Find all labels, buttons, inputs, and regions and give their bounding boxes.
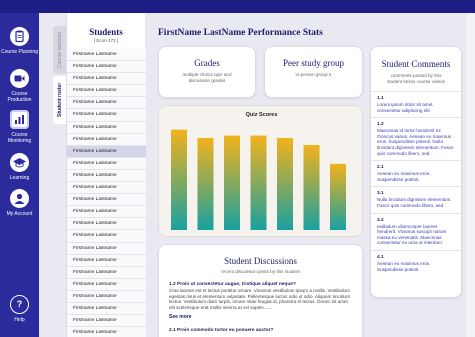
- comment-list: 1.1 Lorem ipsum dolor sit amet, consectet…: [371, 91, 461, 276]
- comment-item[interactable]: 1.2 Maecenas id tortor hendrerit mi rhonc…: [371, 117, 461, 160]
- student-row[interactable]: Firstname Lastname: [67, 206, 146, 219]
- nav-my-account[interactable]: My Account: [0, 189, 39, 217]
- tab-label: Course sections: [57, 32, 63, 68]
- graduation-cap-icon: [10, 153, 29, 172]
- quiz-bar-5: [277, 137, 293, 230]
- grades-card[interactable]: Grades multiple choice quiz and discussi…: [158, 46, 256, 98]
- left-nav: Course Planning Course Production Course…: [0, 13, 39, 337]
- student-row[interactable]: Firstname Lastname: [67, 218, 146, 231]
- nav-learning[interactable]: Learning: [0, 153, 39, 181]
- student-list: Firstname Lastname Firstname Lastname Firs…: [67, 49, 146, 337]
- nav-help[interactable]: ? Help: [0, 295, 39, 323]
- nav-label: Help: [14, 317, 25, 323]
- discussion-body: Cras laoreet est et lectus porttitor orn…: [169, 288, 350, 310]
- comment-id: 4.1: [377, 254, 384, 260]
- tab-label: Student roster: [57, 82, 63, 118]
- discussions-card: Student Discussions recent discussion po…: [158, 244, 363, 337]
- comment-id: 1.2: [377, 122, 384, 128]
- course-code: [ Econ-172 ]: [93, 38, 119, 43]
- discussions-title: Student Discussions: [224, 256, 297, 266]
- grades-title: Grades: [194, 58, 220, 68]
- user-icon: [10, 189, 29, 208]
- tab-student-roster[interactable]: Student roster: [53, 76, 67, 124]
- comments-subtitle: comments posted by this student below co…: [387, 73, 445, 84]
- peer-group-card[interactable]: Peer study group in-person group 2: [264, 46, 363, 98]
- nav-label: Course Production: [7, 91, 32, 103]
- discussion-question[interactable]: 1.2 Proin ut consectetur augue, tristiqu…: [169, 282, 352, 287]
- comment-item[interactable]: 1.1 Lorem ipsum dolor sit amet, consectet…: [371, 91, 461, 117]
- comment-text: Aenean eu maximus eros. Suspendisse pote…: [377, 260, 431, 272]
- comment-item[interactable]: 4.1 Aenean eu maximus eros. Suspendisse p…: [371, 249, 461, 276]
- comment-text: estibulum ullamcorper laoreet hendrerit.…: [377, 223, 447, 246]
- comment-text: Nulla tincidunt dignissim elementum. Fus…: [377, 197, 452, 208]
- scrollbar[interactable]: [466, 13, 475, 337]
- comments-card: Student Comments comments posted by this…: [370, 46, 462, 298]
- student-row[interactable]: Firstname Lastname: [67, 315, 146, 328]
- video-icon: [10, 69, 29, 88]
- quiz-bar-1: [171, 129, 187, 230]
- student-row[interactable]: Firstname Lastname: [67, 145, 146, 158]
- student-row[interactable]: Firstname Lastname: [67, 194, 146, 207]
- nav-label: Course Planning: [1, 49, 38, 55]
- chart-icon: [10, 110, 29, 129]
- comments-title: Student Comments: [381, 59, 451, 69]
- comment-id: 1.1: [377, 96, 384, 101]
- student-row[interactable]: Firstname Lastname: [67, 61, 146, 74]
- student-row[interactable]: Firstname Lastname: [67, 327, 146, 337]
- student-row[interactable]: Firstname Lastname: [67, 121, 146, 134]
- quiz-bar-2: [197, 137, 214, 230]
- grades-subtitle: multiple choice quiz and discussion grad…: [182, 72, 232, 83]
- student-row[interactable]: Firstname Lastname: [67, 133, 146, 146]
- comment-id: 3.2: [377, 217, 384, 223]
- comment-text: Maecenas id tortor hendrerit mi rhoncus …: [377, 128, 454, 156]
- tab-course-sections[interactable]: Course sections: [53, 26, 67, 74]
- clipboard-icon: [10, 27, 29, 46]
- students-panel: Students [ Econ-172 ] Firstname Lastname…: [66, 13, 146, 337]
- quiz-bar-6: [303, 145, 320, 230]
- comment-id: 2.1: [377, 165, 384, 171]
- student-row[interactable]: Firstname Lastname: [67, 157, 146, 170]
- nav-label: Course Monitoring: [7, 132, 32, 144]
- student-row[interactable]: Firstname Lastname: [67, 230, 146, 243]
- student-row[interactable]: Firstname Lastname: [67, 254, 146, 267]
- comment-item[interactable]: 2.1 Aenean eu maximus eros. Suspendisse p…: [371, 160, 461, 186]
- student-row[interactable]: Firstname Lastname: [67, 302, 146, 316]
- page-title: FirstName LastName Performance Stats: [158, 28, 323, 38]
- student-row[interactable]: Firstname Lastname: [67, 169, 146, 183]
- see-more-link[interactable]: See more: [169, 314, 352, 320]
- quiz-scores-card: Quiz Scores: [158, 105, 363, 237]
- comment-text: Aenean eu maximus eros. Suspendisse pote…: [377, 171, 431, 182]
- student-row[interactable]: Firstname Lastname: [67, 73, 146, 86]
- nav-course-planning[interactable]: Course Planning: [0, 27, 39, 55]
- quiz-bar-chart: [171, 129, 346, 230]
- student-row[interactable]: Firstname Lastname: [67, 266, 146, 279]
- student-row[interactable]: Firstname Lastname: [67, 242, 146, 255]
- comment-text: Lorem ipsum dolor sit amet, consectetur …: [377, 102, 434, 113]
- student-row[interactable]: Firstname Lastname: [67, 109, 146, 122]
- student-row[interactable]: Firstname Lastname: [67, 182, 146, 195]
- student-row[interactable]: Firstname Lastname: [67, 278, 146, 291]
- student-row[interactable]: Firstname Lastname: [67, 290, 146, 303]
- nav-course-production[interactable]: Course Production: [0, 69, 39, 103]
- nav-course-monitoring[interactable]: Course Monitoring: [0, 110, 39, 144]
- comment-id: 3.1: [377, 191, 384, 197]
- help-icon: ?: [10, 295, 29, 314]
- student-row[interactable]: Firstname Lastname: [67, 85, 146, 98]
- discussion-question[interactable]: 2.1 Proin commodo tortor eu posuere auct…: [169, 328, 352, 333]
- peer-group-subtitle: in-person group 2: [295, 72, 332, 77]
- top-bar: [0, 0, 475, 13]
- student-panel-tabs: Course sections Student roster: [53, 26, 67, 326]
- nav-label: My Account: [6, 211, 33, 217]
- students-title: Students: [89, 27, 123, 37]
- quiz-bar-7: [330, 163, 346, 230]
- comment-item[interactable]: 3.1 Nulla tincidunt dignissim elementum. …: [371, 186, 461, 212]
- student-row[interactable]: Firstname Lastname: [67, 49, 146, 62]
- peer-group-title: Peer study group: [283, 58, 344, 68]
- student-row[interactable]: Firstname Lastname: [67, 97, 146, 110]
- quiz-bar-3: [224, 135, 240, 230]
- nav-label: Learning: [9, 175, 30, 181]
- quiz-bar-4: [250, 135, 267, 230]
- comment-item[interactable]: 3.2 estibulum ullamcorper laoreet hendrer…: [371, 212, 461, 250]
